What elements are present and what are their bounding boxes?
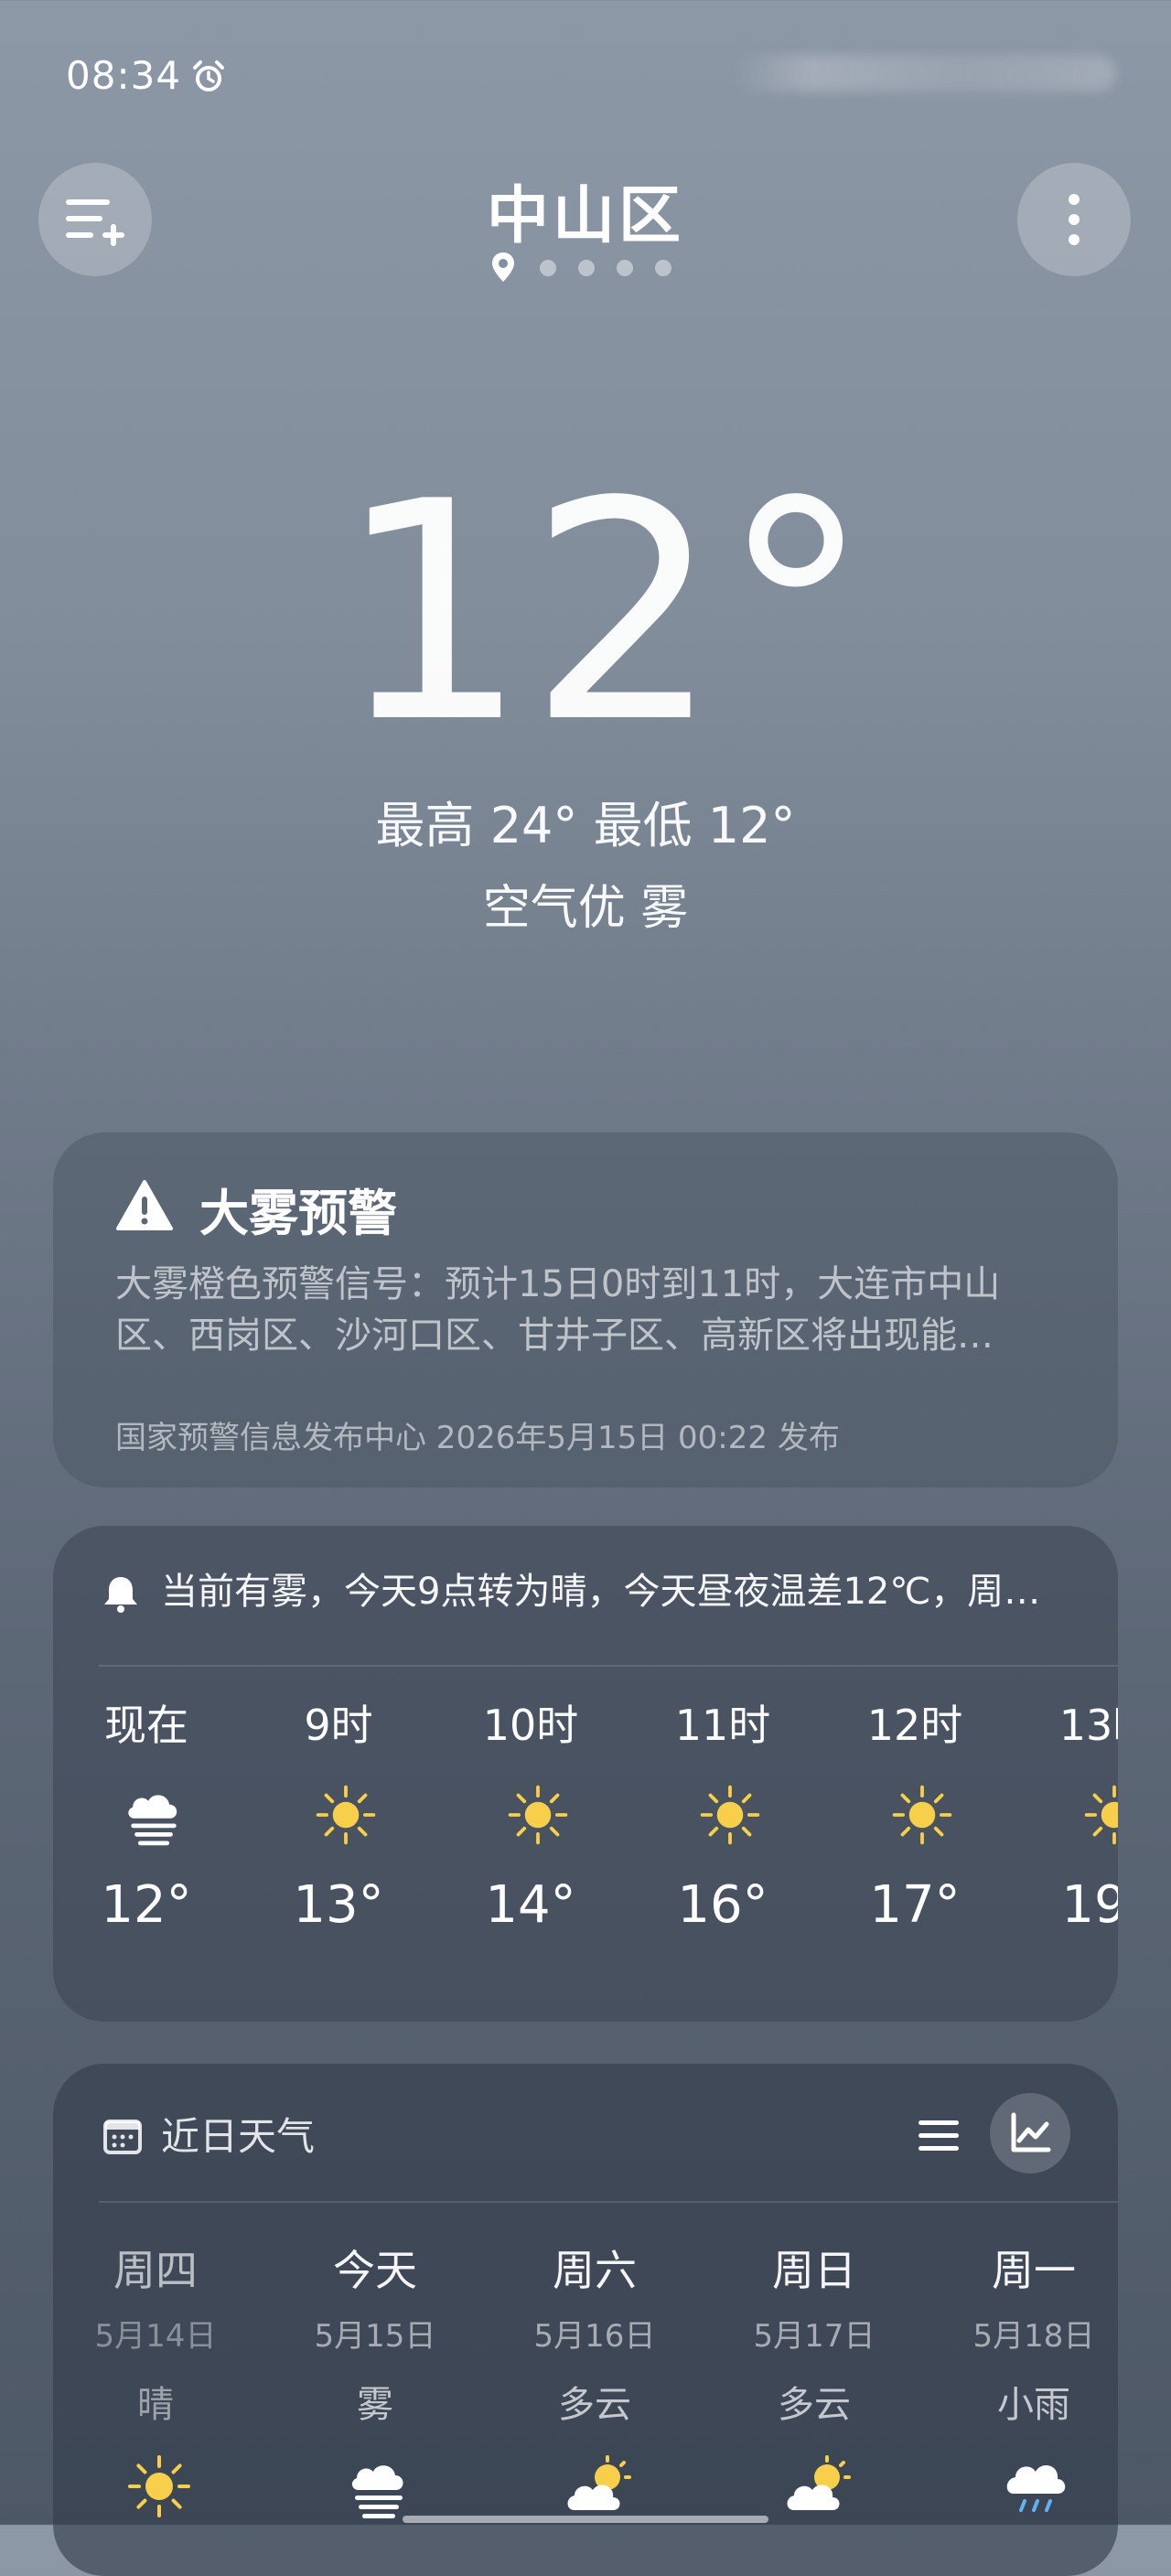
hour-label: 11时 (674, 1701, 771, 1750)
chart-view-icon (1011, 2112, 1051, 2152)
light-rain-icon (1001, 2450, 1074, 2523)
divider (99, 1665, 1118, 1667)
day-date: 5月18日 (972, 2318, 1095, 2355)
sun-icon (887, 1780, 957, 1850)
hourly-item[interactable]: 11时 16° (631, 1692, 814, 2003)
day-condition: 小雨 (997, 2384, 1070, 2426)
hour-temperature: 13° (293, 1875, 384, 1935)
air-quality-condition[interactable]: 空气优 雾 (274, 869, 897, 938)
hourly-item[interactable]: 现在 12° (55, 1692, 238, 2003)
day-date: 5月17日 (753, 2318, 876, 2355)
page-dot[interactable] (540, 260, 556, 276)
day-condition: 晴 (137, 2384, 174, 2426)
more-options-button[interactable] (1017, 163, 1131, 276)
status-indicators (732, 55, 1116, 91)
sun-icon (311, 1780, 381, 1850)
divider (99, 2201, 1118, 2203)
hour-label: 12时 (866, 1701, 963, 1750)
chart-view-button[interactable] (990, 2093, 1070, 2174)
daily-list[interactable]: 周四 5月14日晴 今天 5月15日雾 周六 5月16日多云 周日 5月17日多云 周一 5… (53, 2238, 1118, 2576)
location-pin-icon (492, 252, 514, 282)
hour-label: 10时 (482, 1701, 579, 1750)
list-view-icon[interactable] (911, 2108, 966, 2163)
hour-temperature: 16° (677, 1875, 768, 1935)
page-indicator (490, 251, 682, 284)
hour-label: 现在 (104, 1701, 188, 1750)
hour-temperature: 12° (101, 1875, 192, 1935)
current-temperature: 12° (336, 437, 872, 789)
partly-cloudy-icon (781, 2450, 854, 2523)
day-date: 5月16日 (533, 2318, 656, 2355)
hourly-item[interactable]: 13时 19° (1015, 1692, 1118, 2003)
alert-body: 大雾橙色预警信号：预计15日0时到11时，大连市中山区、西岗区、沙河口区、甘井子… (115, 1263, 1001, 1357)
add-city-list-icon (66, 199, 124, 246)
hourly-item[interactable]: 12时 17° (823, 1692, 1006, 2003)
weather-alert-card[interactable]: 大雾预警 大雾橙色预警信号：预计15日0时到11时，大连市中山区、西岗区、沙河口… (53, 1132, 1118, 1487)
day-date: 5月15日 (314, 2318, 436, 2355)
day-name: 周六 (553, 2246, 637, 2295)
sun-icon (695, 1780, 765, 1850)
hourly-item[interactable]: 9时 13° (247, 1692, 430, 2003)
fog-icon (119, 1780, 188, 1850)
day-name: 今天 (333, 2246, 417, 2295)
bell-icon (104, 1577, 137, 1613)
location-title[interactable]: 中山区 (403, 165, 768, 255)
hour-temperature: 19° (1061, 1875, 1118, 1935)
status-time: 08:34 (66, 53, 182, 98)
daily-item[interactable]: 周日 5月17日多云 (723, 2238, 906, 2576)
day-name: 周四 (113, 2246, 198, 2295)
hour-label: 13时 (1058, 1701, 1118, 1750)
page-dot[interactable] (617, 260, 633, 276)
daily-item[interactable]: 今天 5月15日雾 (284, 2238, 467, 2576)
more-vertical-icon (1069, 194, 1080, 245)
alert-title: 大雾预警 (199, 1185, 397, 1242)
hourly-forecast-card[interactable]: 当前有雾，今天9点转为晴，今天昼夜温差12℃，周… 现在 12° 9时 13° 10时… (53, 1526, 1118, 2022)
daily-item[interactable]: 周六 5月16日多云 (503, 2238, 686, 2576)
day-name: 周日 (772, 2246, 856, 2295)
day-condition: 雾 (357, 2384, 393, 2426)
calendar-icon (103, 2120, 142, 2154)
day-condition: 多云 (558, 2384, 631, 2426)
hour-temperature: 17° (869, 1875, 961, 1935)
hourly-list[interactable]: 现在 12° 9时 13° 10时 14° 11时 16° 12时 17° 13时 19° (53, 1692, 1118, 2003)
status-bar: 08:34 (0, 0, 1171, 156)
weather-summary: 当前有雾，今天9点转为晴，今天昼夜温差12℃，周… (161, 1571, 1041, 1613)
daily-forecast-card[interactable]: 近日天气 周四 5月14日晴 今天 5月15日雾 周六 5月16日多云 周日 5月17日多… (53, 2064, 1118, 2576)
hourly-item[interactable]: 10时 14° (439, 1692, 622, 2003)
warning-icon (116, 1180, 173, 1230)
daily-item[interactable]: 周四 5月14日晴 (64, 2238, 247, 2576)
daily-item[interactable]: 周一 5月18日小雨 (942, 2238, 1118, 2576)
alert-source: 国家预警信息发布中心 2026年5月15日 00:22 发布 (115, 1420, 840, 1456)
day-date: 5月14日 (94, 2318, 217, 2355)
daily-title: 近日天气 (161, 2114, 316, 2159)
sun-icon (1080, 1780, 1118, 1850)
page-dot[interactable] (578, 260, 595, 276)
fog-icon (342, 2450, 415, 2523)
home-indicator[interactable] (403, 2516, 768, 2523)
hour-label: 9时 (304, 1701, 373, 1750)
sun-icon (503, 1780, 573, 1850)
day-condition: 多云 (778, 2384, 851, 2426)
partly-cloudy-icon (562, 2450, 635, 2523)
add-city-button[interactable] (38, 163, 152, 276)
page-dot[interactable] (655, 260, 671, 276)
sun-icon (123, 2450, 196, 2523)
alarm-clock-icon (193, 60, 224, 91)
day-name: 周一 (992, 2246, 1076, 2295)
hour-temperature: 14° (485, 1875, 576, 1935)
high-low-temperature: 最高 24° 最低 12° (375, 797, 796, 854)
